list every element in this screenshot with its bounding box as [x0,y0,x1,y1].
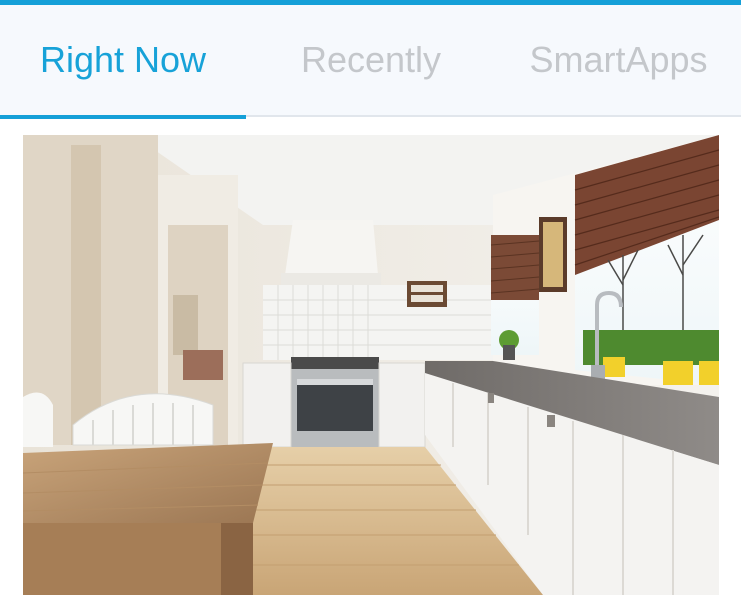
tab-bar: Right Now Recently SmartApps [0,5,741,119]
tab-right-now[interactable]: Right Now [0,5,246,115]
tab-label: SmartApps [529,39,708,80]
tab-label: Right Now [39,39,207,80]
tab-label: Recently [300,39,442,80]
tab-smartapps[interactable]: SmartApps [496,5,741,115]
kitchen-photo[interactable] [23,135,719,595]
active-tab-indicator [0,115,246,119]
kitchen-illustration [23,135,719,595]
tab-recently[interactable]: Recently [246,5,496,115]
